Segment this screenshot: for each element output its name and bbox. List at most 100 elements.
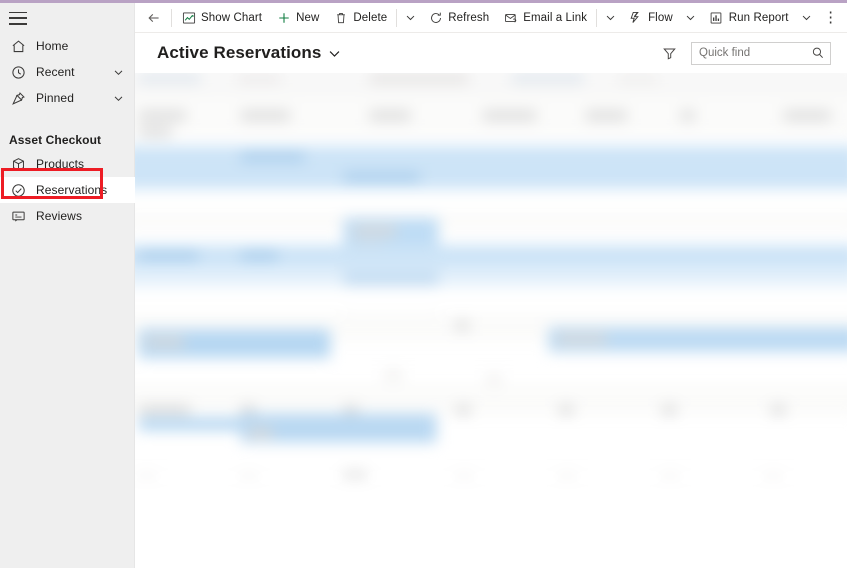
- run-report-chevron-down-icon[interactable]: [796, 4, 818, 32]
- cell: [482, 110, 537, 121]
- column-header[interactable]: [618, 73, 658, 84]
- clock-icon: [9, 63, 27, 81]
- cell: [661, 405, 677, 415]
- cell-selected: [138, 417, 248, 431]
- sidebar-item-label: Home: [36, 39, 69, 53]
- view-selector[interactable]: Active Reservations: [157, 43, 341, 63]
- refresh-button[interactable]: Refresh: [421, 4, 496, 32]
- cell: [240, 110, 291, 121]
- cell: [783, 110, 831, 121]
- sidebar-area-title: Asset Checkout: [9, 133, 102, 147]
- hamburger-menu-icon[interactable]: [9, 11, 27, 25]
- command-label: Show Chart: [201, 11, 263, 24]
- command-label: Flow: [648, 11, 673, 24]
- email-chevron-down-icon[interactable]: [599, 4, 621, 32]
- sidebar-item-label: Recent: [36, 65, 75, 79]
- email-a-link-button[interactable]: Email a Link: [496, 4, 594, 32]
- chart-icon: [181, 10, 196, 25]
- sidebar-item-products[interactable]: Products: [0, 151, 134, 177]
- refresh-icon: [428, 10, 443, 25]
- chevron-down-icon[interactable]: [110, 64, 126, 80]
- view-header: Active Reservations: [135, 33, 847, 73]
- table-row[interactable]: [135, 211, 847, 231]
- flow-icon: [628, 10, 643, 25]
- cell: [455, 405, 471, 415]
- sidebar-item-recent[interactable]: Recent: [0, 59, 134, 85]
- cell: [144, 337, 185, 347]
- cell: [383, 370, 403, 380]
- table-row-selected[interactable]: [135, 166, 847, 190]
- table-row[interactable]: [135, 442, 847, 478]
- grid-blurred-content: [135, 73, 847, 568]
- command-label: Refresh: [448, 11, 490, 24]
- flow-chevron-down-icon[interactable]: [680, 4, 702, 32]
- flow-button[interactable]: Flow: [621, 4, 680, 32]
- site-map-navigation: Home Recent Pinned Asset Checkout Produc…: [0, 3, 135, 568]
- delete-chevron-down-icon[interactable]: [399, 4, 421, 32]
- table-row[interactable]: [135, 267, 847, 286]
- cell: [680, 110, 695, 121]
- back-arrow-icon[interactable]: [139, 4, 169, 32]
- main-content: Show Chart New Delete Refresh Email a Li…: [135, 3, 847, 568]
- cell: [486, 374, 502, 384]
- sidebar-item-label: Products: [36, 157, 85, 171]
- check-circle-icon: [9, 181, 27, 199]
- command-label: Delete: [353, 11, 388, 24]
- command-separator: [171, 8, 172, 27]
- cell: [240, 250, 278, 261]
- command-separator: [396, 8, 398, 27]
- command-label: New: [296, 11, 320, 24]
- cell: [771, 405, 786, 415]
- nav-divider-space: [0, 111, 134, 123]
- table-row-empty: [135, 477, 847, 568]
- cell: [585, 110, 627, 121]
- cell: [556, 334, 607, 344]
- table-row[interactable]: [135, 285, 847, 313]
- comment-icon: [9, 207, 27, 225]
- table-row[interactable]: [135, 189, 847, 212]
- email-icon: [503, 10, 518, 25]
- command-label: Email a Link: [523, 11, 588, 24]
- cell: [138, 405, 191, 415]
- trash-icon: [333, 10, 348, 25]
- cell: [369, 110, 411, 121]
- command-label: Run Report: [728, 11, 789, 24]
- cell: [240, 152, 305, 162]
- app-accent-bar: [0, 0, 847, 3]
- show-chart-button[interactable]: Show Chart: [174, 4, 269, 32]
- chevron-down-icon[interactable]: [328, 47, 341, 60]
- cell: [352, 226, 397, 236]
- column-header[interactable]: [138, 73, 201, 84]
- delete-button[interactable]: Delete: [326, 4, 394, 32]
- chevron-down-icon[interactable]: [110, 90, 126, 106]
- home-icon: [9, 37, 27, 55]
- plus-icon: [276, 10, 291, 25]
- app-window: Home Recent Pinned Asset Checkout Produc…: [0, 0, 847, 568]
- sidebar-item-reservations[interactable]: Reservations: [0, 177, 135, 203]
- filter-icon[interactable]: [656, 40, 682, 66]
- sidebar-item-label: Pinned: [36, 91, 74, 105]
- sidebar-item-home[interactable]: Home: [0, 33, 134, 59]
- quick-find-container[interactable]: [691, 41, 831, 65]
- cell: [343, 172, 420, 182]
- sidebar-item-label: Reservations: [36, 183, 108, 197]
- report-icon: [709, 10, 724, 25]
- cell: [138, 110, 187, 121]
- page-title: Active Reservations: [157, 43, 322, 62]
- cell: [247, 428, 273, 438]
- sidebar-item-reviews[interactable]: Reviews: [0, 203, 134, 229]
- column-header[interactable]: [369, 73, 469, 84]
- command-separator: [596, 8, 598, 27]
- reservations-grid[interactable]: [135, 73, 847, 568]
- sidebar-item-pinned[interactable]: Pinned: [0, 85, 134, 111]
- search-icon[interactable]: [810, 46, 825, 61]
- command-bar: Show Chart New Delete Refresh Email a Li…: [135, 3, 847, 33]
- cell: [138, 250, 199, 261]
- cell: [558, 405, 574, 415]
- run-report-button[interactable]: Run Report: [702, 4, 796, 32]
- column-header[interactable]: [237, 73, 281, 84]
- column-header[interactable]: [511, 73, 584, 84]
- new-button[interactable]: New: [269, 4, 326, 32]
- box-icon: [9, 155, 27, 173]
- overflow-menu-icon[interactable]: ⋮: [818, 4, 844, 32]
